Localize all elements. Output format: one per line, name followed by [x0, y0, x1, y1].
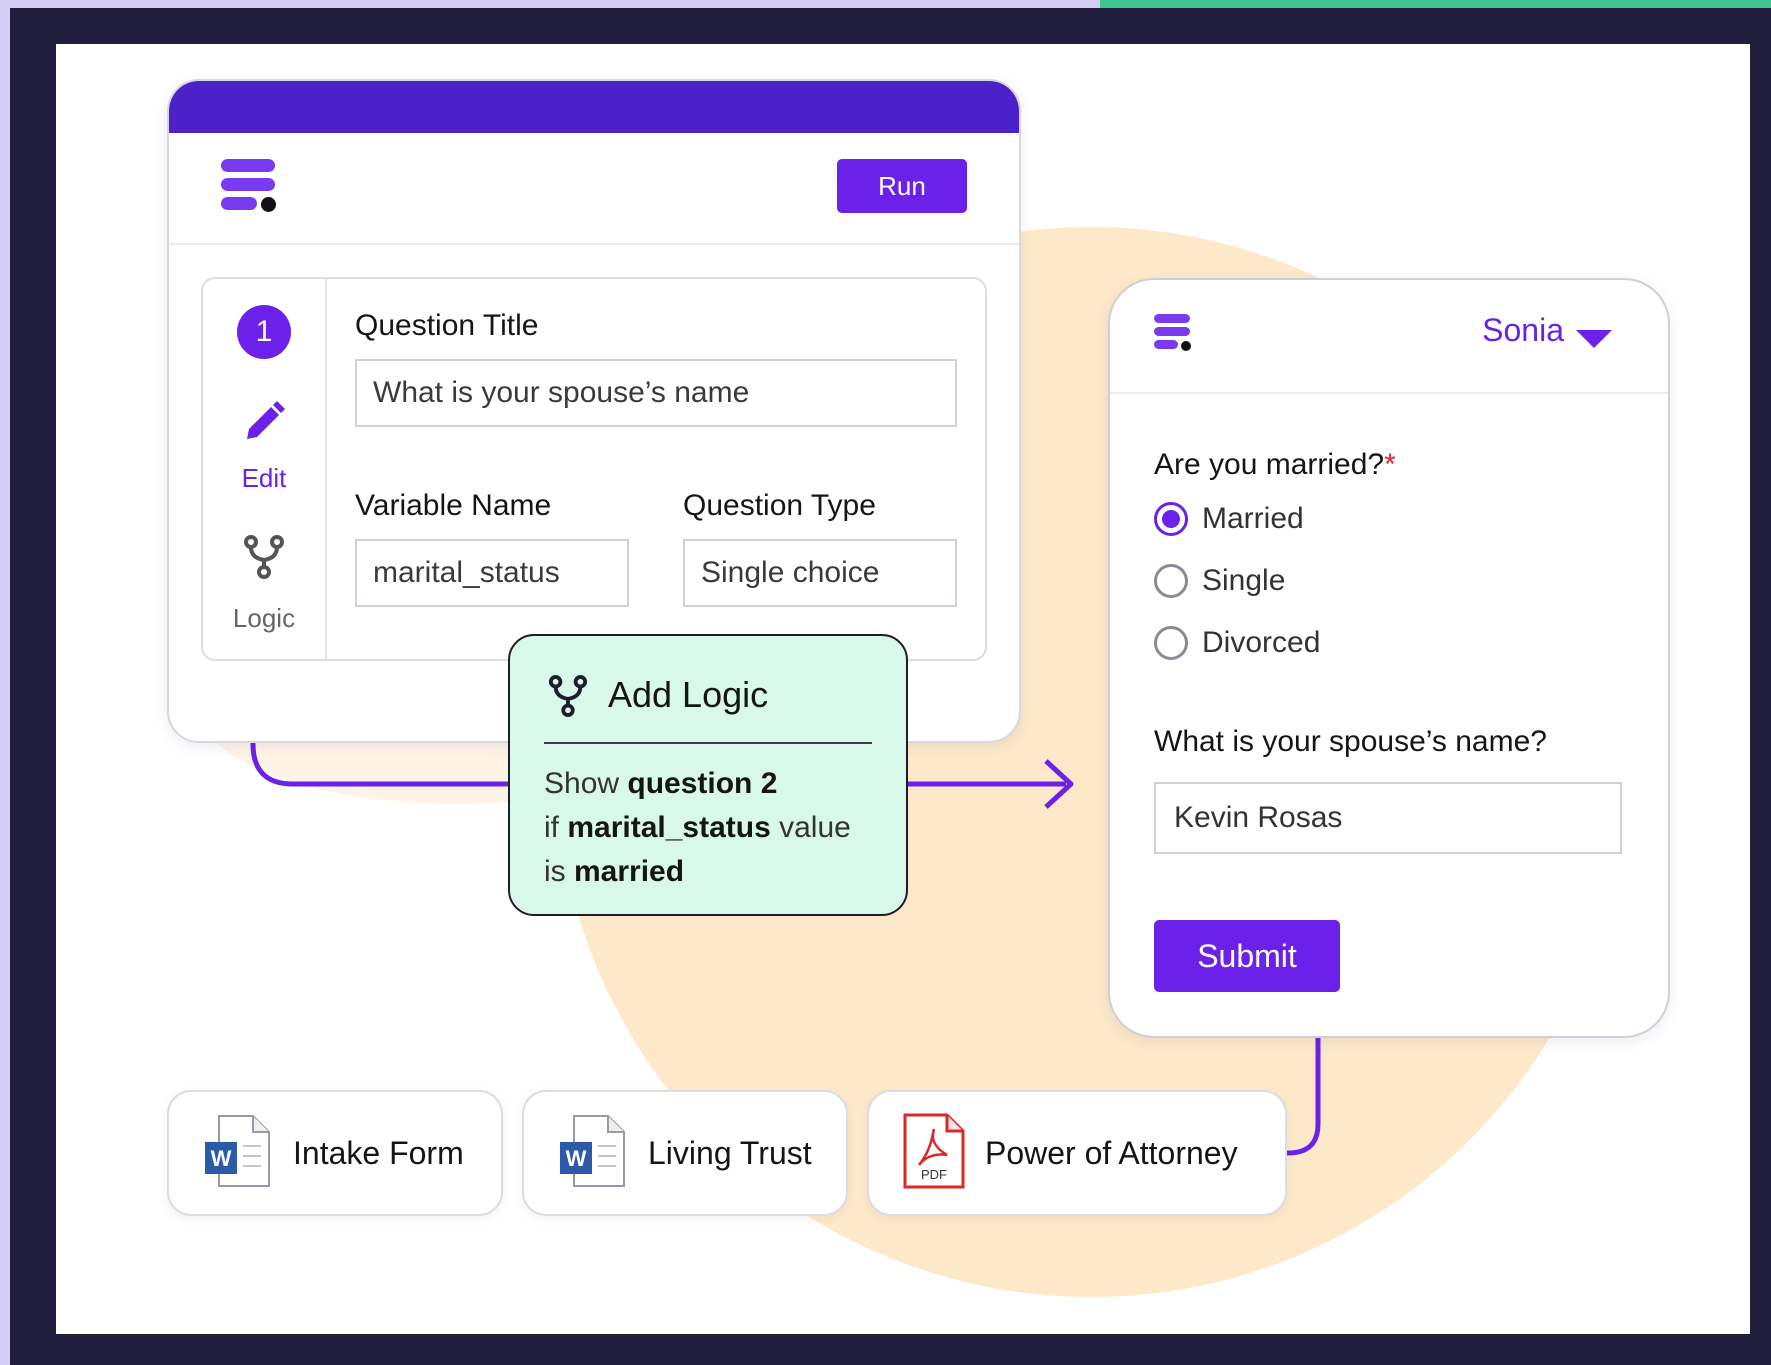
document-living-trust[interactable]: W Living Trust	[522, 1090, 848, 1216]
svg-text:W: W	[211, 1146, 232, 1171]
user-menu[interactable]: Sonia	[1482, 312, 1564, 349]
question-side-toolbar: 1 Edit Logic	[203, 279, 327, 659]
radio-option-single[interactable]: Single	[1154, 564, 1285, 598]
question-title-input[interactable]: What is your spouse’s name	[355, 359, 957, 427]
svg-text:PDF: PDF	[921, 1167, 947, 1182]
question-spouse-name: What is your spouse’s name?	[1154, 725, 1547, 758]
branch-icon[interactable]	[243, 534, 285, 585]
divider	[544, 742, 872, 744]
logic-tool-label[interactable]: Logic	[203, 603, 325, 634]
radio-button-selected[interactable]	[1154, 502, 1188, 536]
question-type-label: Question Type	[683, 489, 876, 522]
spouse-name-input[interactable]: Kevin Rosas	[1154, 782, 1622, 854]
illustration-canvas: Run 1 Edit Logic Question Title What is …	[56, 44, 1750, 1334]
word-icon: W	[203, 1114, 273, 1193]
variable-name-input[interactable]: marital_status	[355, 539, 629, 607]
caret-down-icon[interactable]	[1576, 330, 1612, 348]
left-accent-strip	[0, 0, 10, 1365]
document-power-of-attorney[interactable]: PDF Power of Attorney	[867, 1090, 1287, 1216]
document-label: Living Trust	[648, 1134, 812, 1171]
pdf-icon: PDF	[903, 1113, 965, 1194]
logic-line3-prefix: is	[544, 855, 574, 888]
question-married: Are you married?*	[1154, 448, 1396, 481]
question-type-select[interactable]: Single choice	[683, 539, 957, 607]
branch-icon	[548, 674, 588, 723]
top-accent-strip-green	[1100, 0, 1771, 8]
form-preview-window: Sonia Are you married?* Married Single D…	[1108, 278, 1670, 1038]
submit-button[interactable]: Submit	[1154, 920, 1340, 992]
document-intake-form[interactable]: W Intake Form	[167, 1090, 503, 1216]
radio-button[interactable]	[1154, 626, 1188, 660]
editor-title-bar	[169, 81, 1019, 133]
edit-tool-label[interactable]: Edit	[203, 463, 325, 494]
radio-button[interactable]	[1154, 564, 1188, 598]
required-marker: *	[1384, 448, 1396, 481]
logic-rule-text: Show question 2 if marital_status value …	[544, 762, 886, 894]
step-number-badge: 1	[237, 305, 291, 359]
editor-header: Run	[169, 133, 1019, 245]
svg-text:W: W	[566, 1146, 587, 1171]
document-label: Intake Form	[293, 1134, 464, 1171]
app-logo-icon	[1154, 314, 1194, 352]
radio-option-divorced[interactable]: Divorced	[1154, 626, 1320, 660]
word-icon: W	[558, 1114, 628, 1193]
logic-target-question: question 2	[627, 767, 778, 800]
pencil-icon[interactable]	[241, 399, 287, 450]
variable-name-label: Variable Name	[355, 489, 552, 522]
add-logic-card: Add Logic Show question 2 if marital_sta…	[508, 634, 908, 916]
question-panel: 1 Edit Logic Question Title What is your…	[201, 277, 987, 661]
logic-line2-suffix: value	[770, 811, 851, 844]
run-button[interactable]: Run	[837, 159, 967, 213]
form-header: Sonia	[1110, 280, 1668, 394]
logic-line1-prefix: Show	[544, 767, 628, 800]
logic-variable: marital_status	[567, 811, 771, 844]
radio-option-married[interactable]: Married	[1154, 502, 1304, 536]
top-accent-strip-lilac	[0, 0, 1100, 8]
app-logo-icon	[221, 159, 281, 215]
logic-value: married	[574, 855, 685, 888]
add-logic-title: Add Logic	[608, 674, 769, 715]
question-title-label: Question Title	[355, 309, 539, 342]
logic-line2-prefix: if	[544, 811, 568, 844]
document-label: Power of Attorney	[985, 1134, 1238, 1171]
